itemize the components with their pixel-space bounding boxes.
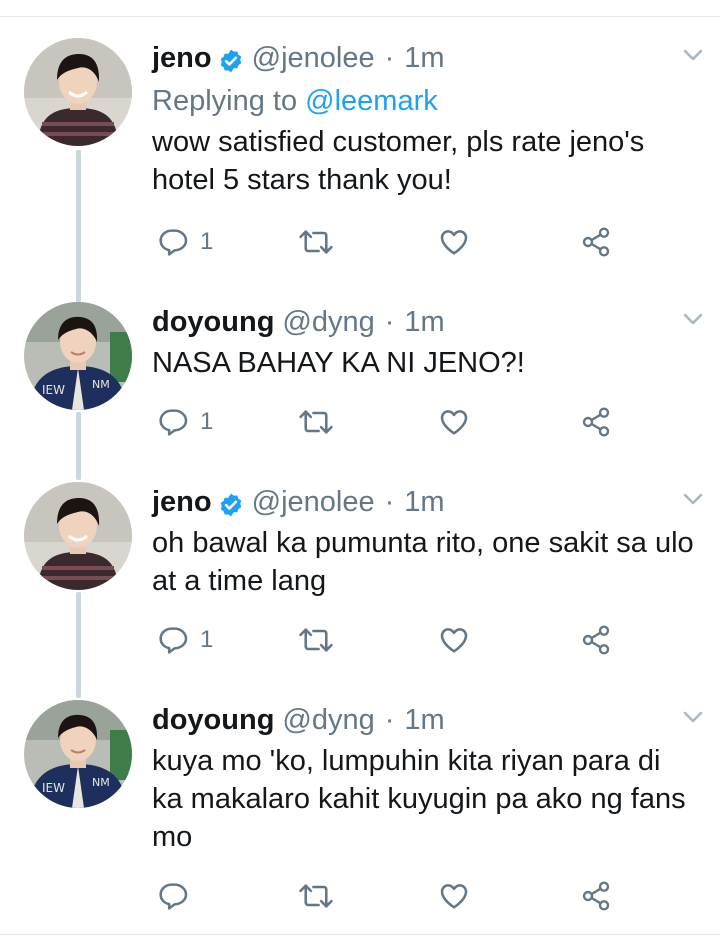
retweet-button[interactable] [298, 402, 334, 442]
tweet-header: jeno @jenolee · 1m [152, 38, 703, 78]
timestamp[interactable]: 1m [404, 700, 444, 740]
separator-dot: · [384, 306, 395, 338]
tweet-text: wow satisfied customer, pls rate jeno's … [152, 126, 645, 196]
display-name[interactable]: jeno [152, 482, 212, 522]
like-icon [438, 226, 470, 258]
reply-button[interactable]: 1 [156, 620, 213, 660]
separator-dot: · [384, 486, 395, 518]
like-button[interactable] [438, 876, 470, 916]
svg-text:IEW: IEW [42, 383, 65, 397]
chevron-down-icon[interactable] [679, 304, 707, 332]
reply-button[interactable]: 1 [156, 222, 213, 262]
display-name[interactable]: jeno [152, 38, 212, 78]
action-bar [152, 876, 622, 916]
avatar-doyoung[interactable]: IEW NM [24, 700, 132, 808]
like-icon [438, 406, 470, 438]
like-button[interactable] [438, 402, 470, 442]
thread-line [76, 150, 81, 310]
replying-to: Replying to @leemark [152, 81, 697, 121]
retweet-icon [298, 406, 334, 438]
display-name[interactable]: doyoung [152, 700, 274, 740]
like-icon [438, 880, 470, 912]
verified-badge-icon [218, 489, 244, 517]
retweet-button[interactable] [298, 620, 334, 660]
user-handle[interactable]: @jenolee [252, 482, 375, 522]
tweet-text: NASA BAHAY KA NI JENO?! [152, 347, 525, 379]
timestamp[interactable]: 1m [404, 38, 444, 78]
reply-icon [156, 880, 188, 912]
display-name[interactable]: doyoung [152, 302, 274, 342]
separator-dot: · [384, 704, 395, 736]
tweet-header: doyoung @dyng · 1m [152, 700, 703, 740]
action-bar: 1 [152, 222, 622, 262]
thread-line [76, 592, 81, 698]
separator-dot: · [384, 42, 395, 74]
reply-icon [156, 226, 188, 258]
share-icon [580, 226, 612, 258]
chevron-down-icon[interactable] [679, 484, 707, 512]
like-button[interactable] [438, 222, 470, 262]
chevron-down-icon[interactable] [679, 702, 707, 730]
reply-button[interactable] [156, 876, 200, 916]
reply-icon [156, 624, 188, 656]
avatar-jeno[interactable] [24, 482, 132, 590]
user-handle[interactable]: @jenolee [252, 38, 375, 78]
avatar-jeno[interactable] [24, 38, 132, 146]
tweet-text: oh bawal ka pumunta rito, one sakit sa u… [152, 527, 694, 597]
action-bar: 1 [152, 620, 622, 660]
action-bar: 1 [152, 402, 622, 442]
reply-icon [156, 406, 188, 438]
retweet-button[interactable] [298, 876, 334, 916]
tweet-header: doyoung @dyng · 1m [152, 302, 703, 342]
reply-count: 1 [200, 228, 214, 255]
thread-line [76, 412, 81, 480]
retweet-icon [298, 880, 334, 912]
bottom-divider [0, 934, 720, 935]
svg-text:NM: NM [92, 776, 110, 789]
mention-link[interactable]: @leemark [305, 85, 438, 117]
replying-to-label: Replying to [152, 85, 298, 117]
share-icon [580, 624, 612, 656]
reply-count: 1 [200, 408, 214, 435]
retweet-icon [298, 624, 334, 656]
timestamp[interactable]: 1m [404, 482, 444, 522]
timestamp[interactable]: 1m [404, 302, 444, 342]
share-button[interactable] [580, 222, 612, 262]
tweet-header: jeno @jenolee · 1m [152, 482, 703, 522]
reply-count: 1 [200, 626, 214, 653]
user-handle[interactable]: @dyng [282, 700, 374, 740]
retweet-icon [298, 226, 334, 258]
user-handle[interactable]: @dyng [282, 302, 374, 342]
top-divider [0, 16, 720, 17]
tweet-text: kuya mo 'ko, lumpuhin kita riyan para di… [152, 745, 686, 853]
chevron-down-icon[interactable] [679, 40, 707, 68]
share-icon [580, 406, 612, 438]
reply-button[interactable]: 1 [156, 402, 213, 442]
like-icon [438, 624, 470, 656]
svg-text:NM: NM [92, 378, 110, 391]
retweet-button[interactable] [298, 222, 334, 262]
avatar-doyoung[interactable]: IEW NM [24, 302, 132, 410]
share-button[interactable] [580, 402, 612, 442]
like-button[interactable] [438, 620, 470, 660]
svg-text:IEW: IEW [42, 781, 65, 795]
share-icon [580, 880, 612, 912]
share-button[interactable] [580, 620, 612, 660]
share-button[interactable] [580, 876, 612, 916]
verified-badge-icon [218, 45, 244, 73]
